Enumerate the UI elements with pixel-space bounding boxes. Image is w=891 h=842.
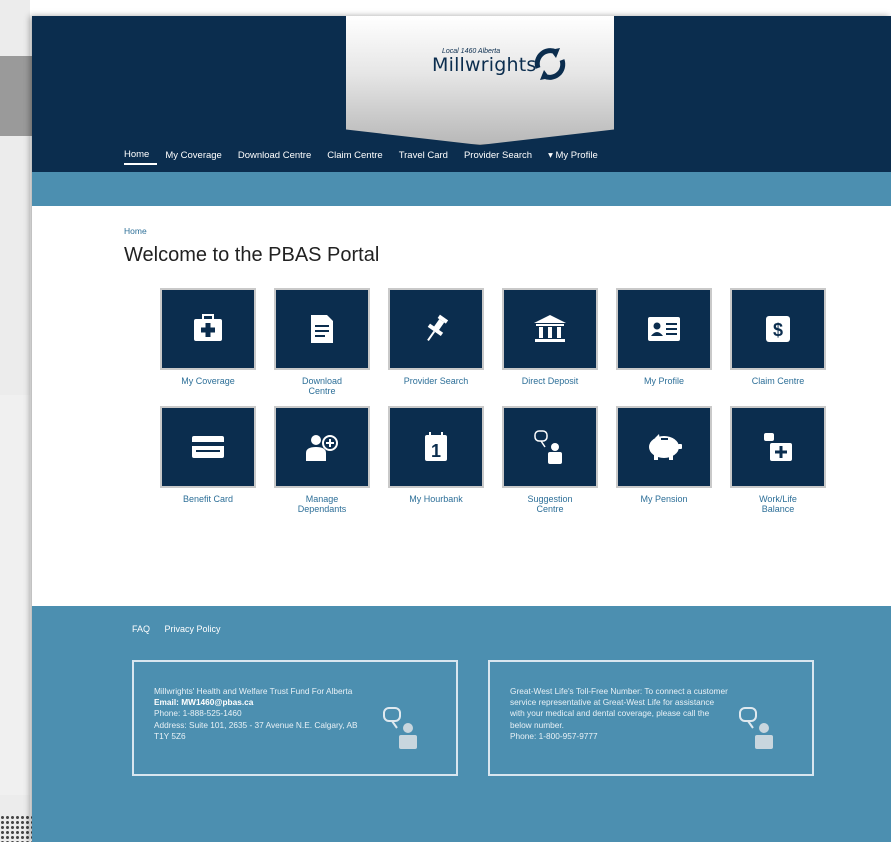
faq-link[interactable]: FAQ: [132, 624, 150, 634]
tile-label: My Coverage: [181, 376, 235, 386]
great-west-life-text: Great-West Life's Toll-Free Number: To c…: [510, 686, 728, 742]
tile-box[interactable]: [502, 288, 598, 370]
briefcase-plus-icon: [764, 433, 792, 461]
nav-travel-card[interactable]: Travel Card: [399, 148, 456, 164]
tile-claim-centre[interactable]: $ Claim Centre: [730, 288, 826, 386]
tile-box[interactable]: [274, 288, 370, 370]
nav-claim-centre[interactable]: Claim Centre: [327, 148, 390, 164]
tile-suggestion-centre[interactable]: Suggestion Centre: [502, 406, 598, 514]
main-nav: Home My Coverage Download Centre Claim C…: [124, 146, 614, 166]
tile-my-profile[interactable]: My Profile: [616, 288, 712, 386]
id-card-icon: [648, 317, 680, 341]
site-header: Local 1460 Alberta Millwrights Home My C…: [32, 16, 891, 172]
tile-box[interactable]: [274, 406, 370, 488]
document-icon: [311, 315, 333, 343]
calendar-icon: 1: [425, 432, 447, 461]
great-west-life-phone: Phone: 1-800-957-9777: [510, 730, 598, 741]
tile-label: Direct Deposit: [521, 376, 579, 386]
speech-person-icon: [383, 707, 417, 749]
pushpin-icon: [427, 314, 449, 342]
tile-work-life-balance[interactable]: Work/Life Balance: [730, 406, 826, 514]
speech-person-icon: [534, 430, 562, 464]
tile-label: Suggestion Centre: [527, 494, 573, 514]
tile-direct-deposit[interactable]: Direct Deposit: [502, 288, 598, 386]
add-person-icon: [306, 435, 338, 461]
tile-my-coverage[interactable]: My Coverage: [160, 288, 256, 386]
svg-text:$: $: [773, 320, 783, 340]
nav-provider-search[interactable]: Provider Search: [464, 148, 540, 164]
tile-my-hourbank[interactable]: 1 My Hourbank: [388, 406, 484, 504]
tile-download-centre[interactable]: Download Centre: [274, 288, 370, 396]
tile-box[interactable]: $: [730, 288, 826, 370]
logo-banner[interactable]: Local 1460 Alberta Millwrights: [346, 16, 614, 145]
tile-label: Benefit Card: [182, 494, 234, 504]
privacy-policy-link[interactable]: Privacy Policy: [165, 624, 221, 634]
nav-home[interactable]: Home: [124, 147, 158, 165]
svg-text:1: 1: [431, 441, 441, 461]
trust-fund-phone: Phone: 1-888-525-1460: [154, 708, 242, 719]
trust-fund-email[interactable]: Email: MW1460@pbas.ca: [154, 697, 372, 708]
great-west-life-description: Great-West Life's Toll-Free Number: To c…: [510, 686, 728, 730]
tile-box[interactable]: [616, 288, 712, 370]
trust-fund-contact-text: Millwrights' Health and Welfare Trust Fu…: [154, 686, 372, 742]
speech-person-icon: [739, 707, 773, 749]
tile-label: My Pension: [640, 494, 688, 504]
tile-label: My Profile: [643, 376, 684, 386]
background-panel: [0, 395, 30, 795]
tile-label: Download Centre: [301, 376, 343, 396]
great-west-life-contact-box: Great-West Life's Toll-Free Number: To c…: [488, 660, 814, 776]
tile-label: Provider Search: [403, 376, 469, 386]
tile-box[interactable]: [730, 406, 826, 488]
trust-fund-name: Millwrights' Health and Welfare Trust Fu…: [154, 686, 353, 696]
tile-box[interactable]: [616, 406, 712, 488]
sub-header-bar: [32, 172, 891, 206]
nav-download-centre[interactable]: Download Centre: [238, 148, 319, 164]
tile-label: Manage Dependants: [297, 494, 347, 514]
tile-label: Work/Life Balance: [759, 494, 797, 514]
tile-box[interactable]: [502, 406, 598, 488]
tile-manage-dependants[interactable]: Manage Dependants: [274, 406, 370, 514]
tile-benefit-card[interactable]: Benefit Card: [160, 406, 256, 504]
portal-page: Local 1460 Alberta Millwrights Home My C…: [32, 16, 891, 842]
tile-label: My Hourbank: [409, 494, 463, 504]
breadcrumb-home[interactable]: Home: [124, 226, 147, 236]
background-tab: [0, 56, 32, 136]
tile-box[interactable]: 1: [388, 406, 484, 488]
trust-fund-contact-box: Millwrights' Health and Welfare Trust Fu…: [132, 660, 458, 776]
medical-kit-icon: [194, 314, 222, 341]
page-title: Welcome to the PBAS Portal: [124, 244, 380, 266]
credit-card-icon: [192, 436, 224, 458]
trust-fund-address: Address: Suite 101, 2635 - 37 Avenue N.E…: [154, 719, 358, 741]
tile-box[interactable]: [388, 288, 484, 370]
tile-my-pension[interactable]: My Pension: [616, 406, 712, 504]
logo-mark-icon: [534, 48, 566, 80]
tile-box[interactable]: [160, 288, 256, 370]
logo-name: Millwrights: [432, 54, 537, 76]
piggy-bank-icon: [649, 434, 682, 460]
bank-icon: [534, 315, 566, 342]
site-footer: FAQ Privacy Policy Millwrights' Health a…: [32, 606, 891, 842]
nav-my-profile-dropdown[interactable]: ▾ My Profile: [548, 148, 606, 164]
dollar-icon: $: [766, 316, 790, 342]
tile-box[interactable]: [160, 406, 256, 488]
tile-provider-search[interactable]: Provider Search: [388, 288, 484, 386]
nav-my-coverage[interactable]: My Coverage: [165, 148, 230, 164]
tile-label: Claim Centre: [751, 376, 805, 386]
footer-links: FAQ Privacy Policy: [132, 624, 233, 634]
